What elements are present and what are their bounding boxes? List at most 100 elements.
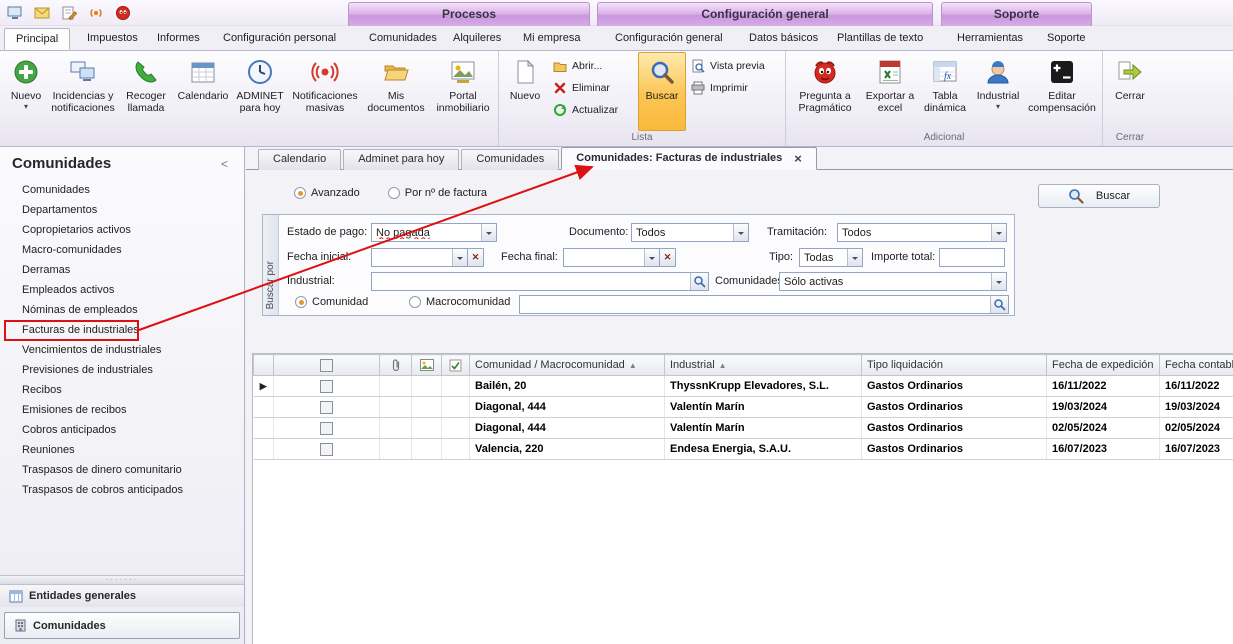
tab-datos-basicos[interactable]: Datos básicos [738, 28, 829, 50]
estado-pago-combo[interactable]: No pagada [371, 223, 497, 242]
sidebar-item-facturas-industriales[interactable]: Facturas de industriales [22, 320, 244, 340]
row-checkbox[interactable] [320, 422, 333, 435]
pragmatico-icon[interactable] [114, 4, 132, 22]
eliminar-button[interactable]: Eliminar [548, 80, 638, 96]
buscar-ribbon-button[interactable]: Buscar [638, 52, 686, 131]
row-checkbox[interactable] [320, 401, 333, 414]
industrial-input[interactable] [372, 273, 690, 290]
panel-entidades-generales[interactable]: Entidades generales [0, 584, 244, 607]
sidebar-item-previsiones-industriales[interactable]: Previsiones de industriales [22, 360, 244, 380]
tab-mi-empresa[interactable]: Mi empresa [512, 28, 591, 50]
tramitacion-combo[interactable]: Todos [837, 223, 1007, 242]
tipo-combo[interactable]: Todas [799, 248, 863, 267]
imprimir-button[interactable]: Imprimir [686, 80, 782, 96]
buscar-button[interactable]: Buscar [1038, 184, 1160, 208]
collapse-sidebar-icon[interactable]: < [217, 157, 232, 171]
sidebar-item-vencimientos-industriales[interactable]: Vencimientos de industriales [22, 340, 244, 360]
image-column-header[interactable] [412, 355, 442, 376]
radio-macrocomunidad[interactable]: Macrocomunidad [409, 296, 510, 308]
sidebar-item-reuniones[interactable]: Reuniones [22, 440, 244, 460]
table-row[interactable]: ▶ Bailén, 20 ThyssnKrupp Elevadores, S.L… [254, 376, 1233, 397]
calendario-button[interactable]: Calendario [175, 52, 231, 131]
sidebar-item-emisiones-recibos[interactable]: Emisiones de recibos [22, 400, 244, 420]
clear-fecha-inicial-icon[interactable]: ✕ [468, 248, 484, 267]
tab-soporte[interactable]: Soporte [1036, 28, 1097, 50]
panel-comunidades[interactable]: Comunidades [4, 612, 240, 639]
search-icon[interactable] [990, 296, 1008, 313]
fecha-final-input[interactable] [564, 249, 644, 266]
column-header-industrial[interactable]: Industrial▲ [665, 355, 862, 376]
tab-plantillas-texto[interactable]: Plantillas de texto [826, 28, 934, 50]
clear-fecha-final-icon[interactable]: ✕ [660, 248, 676, 267]
tab-herramientas[interactable]: Herramientas [946, 28, 1034, 50]
mail-icon[interactable] [33, 4, 51, 22]
cerrar-button[interactable]: Cerrar [1106, 52, 1154, 131]
industrial-field[interactable] [371, 272, 709, 291]
table-row[interactable]: Diagonal, 444 Valentín Marín Gastos Ordi… [254, 397, 1233, 418]
tab-informes[interactable]: Informes [146, 28, 211, 50]
column-header-fecha-expedicion[interactable]: Fecha de expedición▲ [1047, 355, 1160, 376]
tab-configuracion-personal[interactable]: Configuración personal [212, 28, 347, 50]
sidebar-item-derramas[interactable]: Derramas [22, 260, 244, 280]
importe-total-input[interactable] [939, 248, 1005, 267]
fecha-inicial-input[interactable] [372, 249, 452, 266]
tab-principal[interactable]: Principal [4, 28, 70, 50]
doc-tab-comunidades[interactable]: Comunidades [461, 149, 559, 170]
sidebar-item-copropietarios-activos[interactable]: Copropietarios activos [22, 220, 244, 240]
sidebar-item-cobros-anticipados[interactable]: Cobros anticipados [22, 420, 244, 440]
search-icon[interactable] [690, 273, 708, 290]
select-all-header[interactable] [274, 355, 380, 376]
row-checkbox[interactable] [320, 380, 333, 393]
tab-comunidades[interactable]: Comunidades [358, 28, 448, 50]
documento-combo[interactable]: Todos [631, 223, 749, 242]
nuevo-button[interactable]: Nuevo ▾ [3, 52, 49, 131]
attachment-column-header[interactable] [380, 355, 412, 376]
table-row[interactable]: Valencia, 220 Endesa Energia, S.A.U. Gas… [254, 439, 1233, 460]
chevron-down-icon[interactable] [733, 224, 748, 241]
incidencias-button[interactable]: Incidencias y notificaciones [49, 52, 117, 131]
sidebar-item-macro-comunidades[interactable]: Macro-comunidades [22, 240, 244, 260]
chevron-down-icon[interactable] [452, 249, 467, 266]
sidebar-item-traspasos-dinero[interactable]: Traspasos de dinero comunitario [22, 460, 244, 480]
comunidad-search-input[interactable] [520, 296, 990, 313]
sidebar-item-comunidades[interactable]: Comunidades [22, 180, 244, 200]
exportar-excel-button[interactable]: Exportar a excel [861, 52, 919, 131]
sidebar-splitter[interactable]: ······· [0, 575, 244, 584]
app-window-icon[interactable] [6, 4, 24, 22]
chevron-down-icon[interactable] [991, 224, 1006, 241]
tab-impuestos[interactable]: Impuestos [76, 28, 149, 50]
industrial-button[interactable]: Industrial ▾ [971, 52, 1025, 131]
sidebar-item-traspasos-cobros[interactable]: Traspasos de cobros anticipados [22, 480, 244, 500]
broadcast-icon[interactable] [87, 4, 105, 22]
recoger-llamada-button[interactable]: Recoger llamada [117, 52, 175, 131]
radio-comunidad[interactable]: Comunidad [295, 296, 368, 308]
chevron-down-icon[interactable] [481, 224, 496, 241]
chevron-down-icon[interactable] [847, 249, 862, 266]
adminet-hoy-button[interactable]: ADMINET para hoy [231, 52, 289, 131]
doc-tab-calendario[interactable]: Calendario [258, 149, 341, 170]
chevron-down-icon[interactable] [991, 273, 1006, 290]
column-header-comunidad[interactable]: Comunidad / Macrocomunidad▲ [470, 355, 665, 376]
vista-previa-button[interactable]: Vista previa [686, 58, 782, 74]
doc-tab-adminet-hoy[interactable]: Adminet para hoy [343, 149, 459, 170]
sidebar-item-recibos[interactable]: Recibos [22, 380, 244, 400]
radio-avanzado[interactable]: Avanzado [294, 187, 360, 199]
checkbox[interactable] [320, 359, 333, 372]
fecha-final-combo[interactable] [563, 248, 660, 267]
tab-alquileres[interactable]: Alquileres [442, 28, 512, 50]
tab-configuracion-general[interactable]: Configuración general [604, 28, 734, 50]
portal-inmobiliario-button[interactable]: Portal inmobiliario [431, 52, 495, 131]
notes-icon[interactable] [60, 4, 78, 22]
comunidades-combo[interactable]: Sólo activas [779, 272, 1007, 291]
sidebar-item-empleados-activos[interactable]: Empleados activos [22, 280, 244, 300]
abrir-button[interactable]: Abrir... [548, 58, 638, 74]
chevron-down-icon[interactable] [644, 249, 659, 266]
fecha-inicial-combo[interactable] [371, 248, 468, 267]
pregunta-pragmatico-button[interactable]: Pregunta a Pragmático [789, 52, 861, 131]
close-tab-icon[interactable]: × [794, 152, 802, 165]
sidebar-item-departamentos[interactable]: Departamentos [22, 200, 244, 220]
radio-por-numero-factura[interactable]: Por nº de factura [388, 187, 487, 199]
check-column-header[interactable] [442, 355, 470, 376]
nuevo-documento-button[interactable]: Nuevo [502, 52, 548, 131]
notificaciones-masivas-button[interactable]: Notificaciones masivas [289, 52, 361, 131]
